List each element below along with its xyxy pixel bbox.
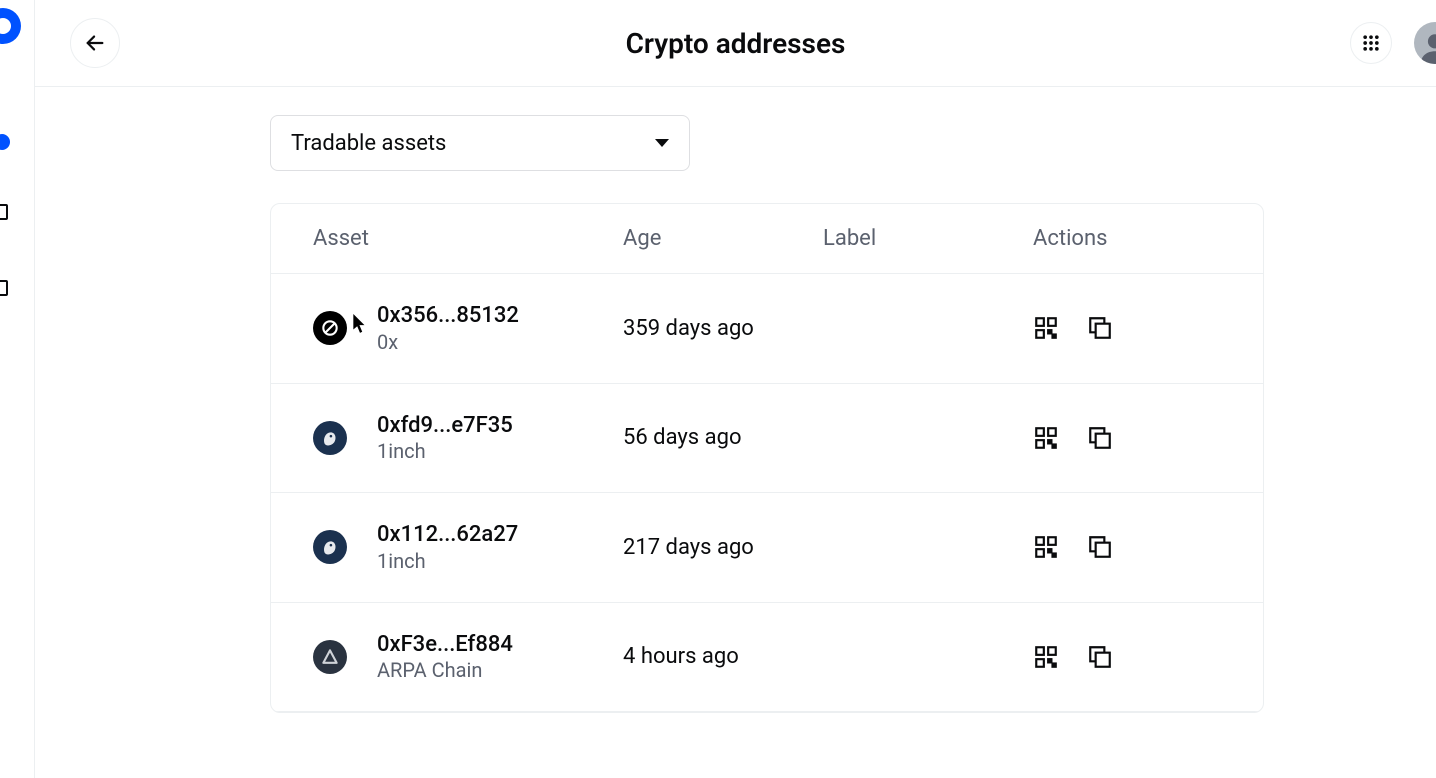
table-row: 0xF3e...Ef884 ARPA Chain 4 hours ago — [271, 603, 1263, 713]
coin-icon-1inch — [313, 530, 347, 564]
col-asset: Asset — [313, 226, 623, 251]
qr-code-icon — [1033, 534, 1059, 560]
symbol-text: 0x — [377, 330, 519, 355]
page-title: Crypto addresses — [35, 27, 1436, 60]
table-header: Asset Age Label Actions — [271, 204, 1263, 274]
qr-code-button[interactable] — [1033, 644, 1059, 670]
table-row: 0x112...62a27 1inch 217 days ago — [271, 493, 1263, 603]
qr-code-button[interactable] — [1033, 315, 1059, 341]
copy-button[interactable] — [1087, 534, 1113, 560]
age-text: 359 days ago — [623, 316, 823, 341]
asset-filter-label: Tradable assets — [291, 131, 446, 156]
left-nav — [0, 0, 35, 778]
apps-grid-icon — [1361, 33, 1381, 53]
back-button[interactable] — [70, 18, 120, 68]
coin-icon-zrx — [313, 311, 347, 345]
addresses-table: Asset Age Label Actions 0x356...85132 0x… — [270, 203, 1264, 713]
col-age: Age — [623, 226, 823, 251]
qr-code-icon — [1033, 425, 1059, 451]
asset-filter-select[interactable]: Tradable assets — [270, 115, 690, 171]
age-text: 56 days ago — [623, 425, 823, 450]
chevron-down-icon — [655, 139, 669, 147]
address-text: 0xF3e...Ef884 — [377, 631, 513, 659]
address-text: 0xfd9...e7F35 — [377, 412, 513, 440]
user-icon — [1418, 30, 1436, 64]
copy-button[interactable] — [1087, 644, 1113, 670]
table-row: 0xfd9...e7F35 1inch 56 days ago — [271, 384, 1263, 494]
qr-code-button[interactable] — [1033, 534, 1059, 560]
content: Tradable assets Asset Age Label Actions … — [35, 87, 1436, 778]
copy-button[interactable] — [1087, 425, 1113, 451]
col-actions: Actions — [1033, 226, 1213, 251]
copy-icon — [1087, 425, 1113, 451]
nav-item-portfolio-icon[interactable] — [0, 204, 8, 220]
symbol-text: 1inch — [377, 549, 518, 574]
copy-button[interactable] — [1087, 315, 1113, 341]
page-header: Crypto addresses — [35, 0, 1436, 87]
coin-icon-1inch — [313, 421, 347, 455]
coin-icon-arpa — [313, 640, 347, 674]
address-text: 0x112...62a27 — [377, 521, 518, 549]
copy-icon — [1087, 315, 1113, 341]
copy-icon — [1087, 534, 1113, 560]
qr-code-icon — [1033, 315, 1059, 341]
address-text: 0x356...85132 — [377, 302, 519, 330]
age-text: 4 hours ago — [623, 644, 823, 669]
apps-button[interactable] — [1350, 22, 1392, 64]
nav-item-trade-icon[interactable] — [0, 280, 8, 296]
age-text: 217 days ago — [623, 535, 823, 560]
col-label: Label — [823, 226, 1033, 251]
nav-item-home-icon[interactable] — [0, 134, 10, 150]
symbol-text: ARPA Chain — [377, 658, 513, 683]
qr-code-button[interactable] — [1033, 425, 1059, 451]
arrow-left-icon — [84, 32, 106, 54]
brand-logo-icon — [0, 8, 21, 44]
copy-icon — [1087, 644, 1113, 670]
qr-code-icon — [1033, 644, 1059, 670]
symbol-text: 1inch — [377, 439, 513, 464]
table-row: 0x356...85132 0x 359 days ago — [271, 274, 1263, 384]
